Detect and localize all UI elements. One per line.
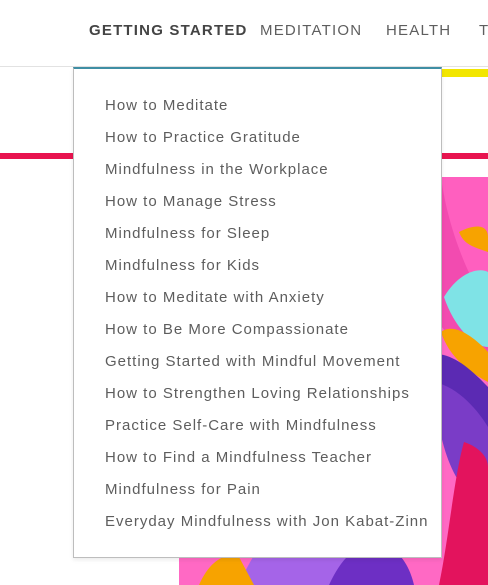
dropdown-item-sleep[interactable]: Mindfulness for Sleep: [105, 225, 270, 243]
dropdown-item-practice-gratitude[interactable]: How to Practice Gratitude: [105, 129, 301, 147]
dropdown-item-mindful-movement[interactable]: Getting Started with Mindful Movement: [105, 353, 400, 371]
dropdown-item-self-care[interactable]: Practice Self-Care with Mindfulness: [105, 417, 377, 435]
top-navigation: GETTING STARTED MEDITATION HEALTH T: [0, 0, 488, 67]
nav-meditation[interactable]: MEDITATION: [260, 22, 362, 39]
nav-item-truncated[interactable]: T: [479, 22, 488, 39]
yellow-accent-bar: [440, 69, 488, 77]
dropdown-item-anxiety[interactable]: How to Meditate with Anxiety: [105, 289, 325, 307]
dropdown-item-workplace[interactable]: Mindfulness in the Workplace: [105, 161, 329, 179]
dropdown-item-manage-stress[interactable]: How to Manage Stress: [105, 193, 277, 211]
getting-started-dropdown: How to Meditate How to Practice Gratitud…: [73, 67, 442, 558]
nav-getting-started[interactable]: GETTING STARTED: [89, 22, 248, 39]
nav-health[interactable]: HEALTH: [386, 22, 451, 39]
dropdown-item-pain[interactable]: Mindfulness for Pain: [105, 481, 261, 499]
dropdown-item-how-to-meditate[interactable]: How to Meditate: [105, 97, 228, 115]
dropdown-item-kids[interactable]: Mindfulness for Kids: [105, 257, 260, 275]
dropdown-item-find-teacher[interactable]: How to Find a Mindfulness Teacher: [105, 449, 372, 467]
dropdown-item-compassionate[interactable]: How to Be More Compassionate: [105, 321, 349, 339]
dropdown-item-kabat-zinn[interactable]: Everyday Mindfulness with Jon Kabat-Zinn: [105, 513, 428, 531]
dropdown-item-relationships[interactable]: How to Strengthen Loving Relationships: [105, 385, 410, 403]
